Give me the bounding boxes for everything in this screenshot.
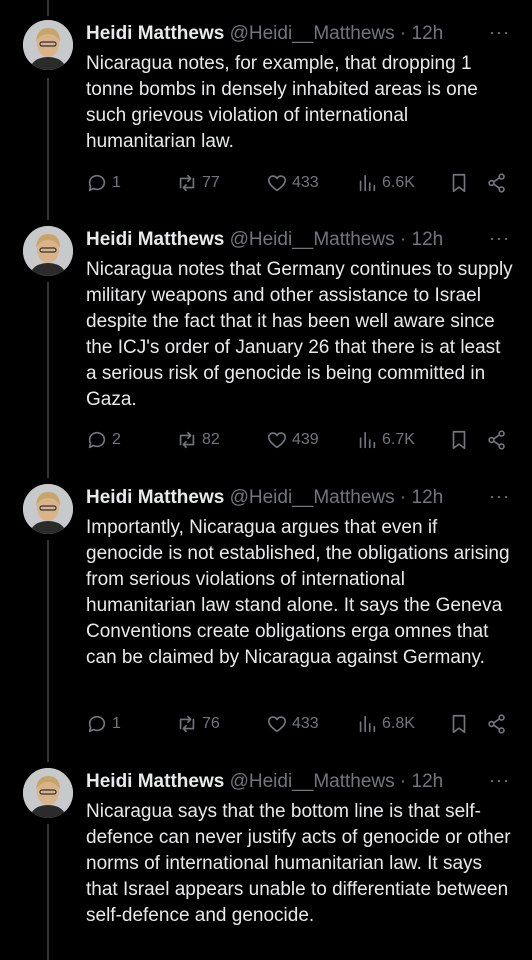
more-options-icon[interactable]: ··· bbox=[489, 228, 510, 249]
thread-line bbox=[47, 282, 49, 478]
view-count: 6.7K bbox=[382, 431, 415, 448]
author-handle[interactable]: @Heidi__Matthews bbox=[230, 487, 395, 508]
tweet-text: Nicaragua notes, for example, that dropp… bbox=[86, 53, 478, 152]
thread-line bbox=[47, 824, 49, 960]
bookmark-button[interactable] bbox=[448, 429, 470, 451]
avatar[interactable] bbox=[23, 20, 73, 70]
more-options-icon[interactable]: ··· bbox=[489, 486, 510, 507]
action-bar: 1 76 433 6.8K bbox=[86, 713, 516, 739]
tweet-header: Heidi Matthews @Heidi__Matthews · 12h bbox=[86, 22, 443, 46]
timestamp[interactable]: · 12h bbox=[400, 487, 443, 508]
reply-icon bbox=[88, 174, 106, 192]
heart-icon bbox=[267, 432, 287, 449]
retweet-icon bbox=[179, 431, 195, 449]
reply-icon bbox=[88, 431, 106, 449]
share-button[interactable] bbox=[486, 713, 508, 735]
share-icon bbox=[488, 430, 505, 450]
tweet-header: Heidi Matthews @Heidi__Matthews · 12h bbox=[86, 770, 443, 794]
tweet-header: Heidi Matthews @Heidi__Matthews · 12h bbox=[86, 228, 443, 252]
author-handle[interactable]: @Heidi__Matthews bbox=[230, 229, 395, 250]
reply-icon bbox=[88, 715, 106, 733]
bookmark-icon bbox=[452, 714, 466, 734]
retweet-count: 76 bbox=[202, 715, 220, 732]
action-bar: 1 77 433 6.6K bbox=[86, 172, 516, 198]
like-count: 433 bbox=[292, 174, 319, 191]
author-name[interactable]: Heidi Matthews bbox=[86, 771, 224, 792]
bookmark-icon bbox=[452, 430, 466, 450]
reply-count: 2 bbox=[112, 431, 121, 448]
thread-line bbox=[47, 540, 49, 762]
bookmark-icon bbox=[452, 173, 466, 193]
retweet-icon bbox=[179, 174, 195, 192]
timestamp[interactable]: · 12h bbox=[400, 23, 443, 44]
share-icon bbox=[488, 173, 505, 193]
more-options-icon[interactable]: ··· bbox=[489, 22, 510, 43]
views-button[interactable]: 6.8K bbox=[356, 713, 415, 735]
tweet-text: Nicaragua notes that Germany continues t… bbox=[86, 259, 513, 410]
like-button[interactable]: 433 bbox=[266, 713, 319, 735]
timestamp[interactable]: · 12h bbox=[400, 771, 443, 792]
views-button[interactable]: 6.7K bbox=[356, 429, 415, 451]
like-button[interactable]: 433 bbox=[266, 172, 319, 194]
like-count: 439 bbox=[292, 431, 319, 448]
views-icon bbox=[359, 431, 376, 449]
more-options-icon[interactable]: ··· bbox=[489, 770, 510, 791]
retweet-count: 77 bbox=[202, 174, 220, 191]
bookmark-button[interactable] bbox=[448, 172, 470, 194]
retweet-button[interactable]: 76 bbox=[176, 713, 220, 735]
share-button[interactable] bbox=[486, 172, 508, 194]
like-count: 433 bbox=[292, 715, 319, 732]
avatar[interactable] bbox=[23, 484, 73, 534]
share-icon bbox=[488, 714, 505, 734]
tweet-text: Nicaragua says that the bottom line is t… bbox=[86, 801, 511, 926]
retweet-count: 82 bbox=[202, 431, 220, 448]
thread-line bbox=[47, 0, 49, 16]
retweet-button[interactable]: 77 bbox=[176, 172, 220, 194]
share-button[interactable] bbox=[486, 429, 508, 451]
tweet-text: Importantly, Nicaragua argues that even … bbox=[86, 517, 510, 668]
view-count: 6.8K bbox=[382, 715, 415, 732]
reply-button[interactable]: 2 bbox=[86, 429, 121, 451]
views-icon bbox=[359, 174, 376, 192]
avatar[interactable] bbox=[23, 768, 73, 818]
views-icon bbox=[359, 715, 376, 733]
author-handle[interactable]: @Heidi__Matthews bbox=[230, 771, 395, 792]
author-handle[interactable]: @Heidi__Matthews bbox=[230, 23, 395, 44]
reply-count: 1 bbox=[112, 715, 121, 732]
reply-count: 1 bbox=[112, 174, 121, 191]
author-name[interactable]: Heidi Matthews bbox=[86, 487, 224, 508]
author-name[interactable]: Heidi Matthews bbox=[86, 23, 224, 44]
retweet-button[interactable]: 82 bbox=[176, 429, 220, 451]
timestamp[interactable]: · 12h bbox=[400, 229, 443, 250]
thread-line bbox=[47, 78, 49, 220]
heart-icon bbox=[267, 716, 287, 733]
like-button[interactable]: 439 bbox=[266, 429, 319, 451]
author-name[interactable]: Heidi Matthews bbox=[86, 229, 224, 250]
bookmark-button[interactable] bbox=[448, 713, 470, 735]
reply-button[interactable]: 1 bbox=[86, 172, 121, 194]
heart-icon bbox=[267, 175, 287, 192]
views-button[interactable]: 6.6K bbox=[356, 172, 415, 194]
tweet-header: Heidi Matthews @Heidi__Matthews · 12h bbox=[86, 486, 443, 510]
avatar[interactable] bbox=[23, 226, 73, 276]
retweet-icon bbox=[179, 715, 195, 733]
reply-button[interactable]: 1 bbox=[86, 713, 121, 735]
view-count: 6.6K bbox=[382, 174, 415, 191]
action-bar: 2 82 439 6.7K bbox=[86, 429, 516, 455]
